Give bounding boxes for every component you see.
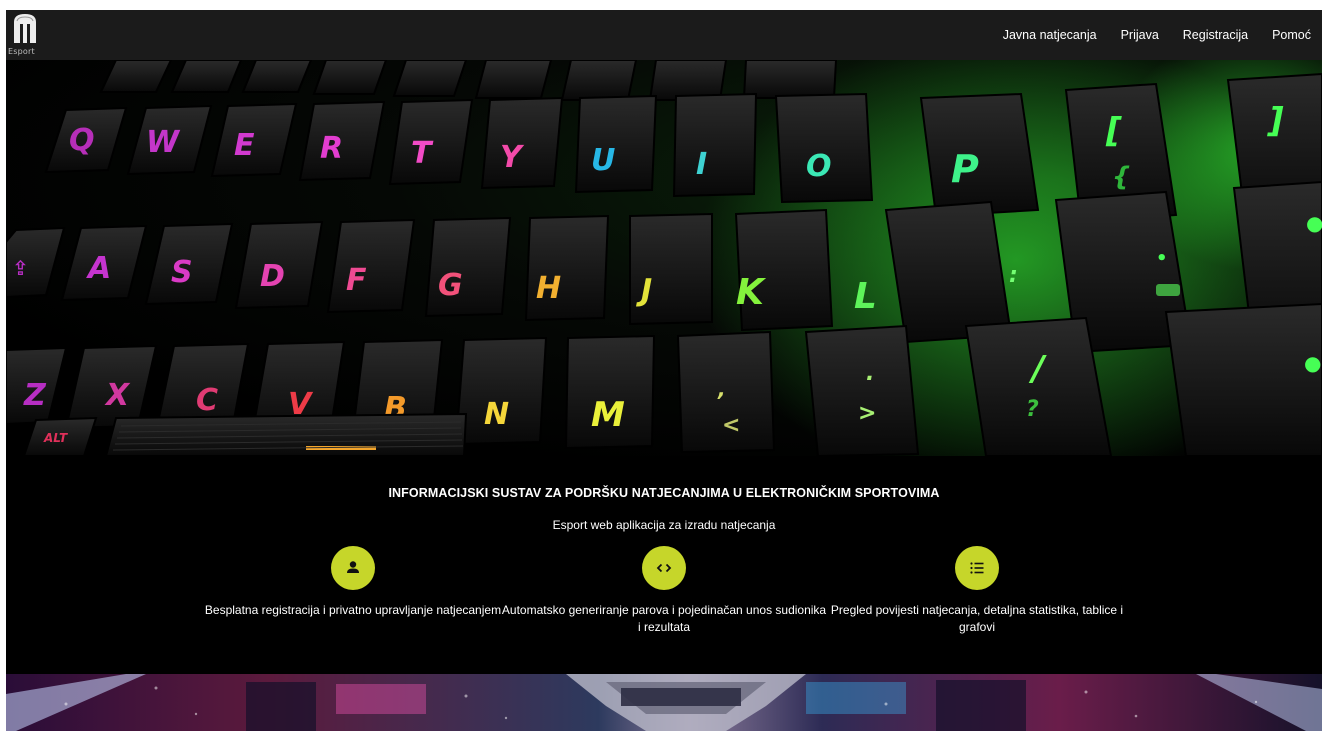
svg-text:K: K xyxy=(736,272,767,313)
main-nav: Javna natjecanja Prijava Registracija Po… xyxy=(1003,10,1322,60)
svg-text:Y: Y xyxy=(500,140,525,175)
svg-text:S: S xyxy=(171,255,193,290)
svg-text:I: I xyxy=(696,147,707,182)
svg-text:A: A xyxy=(86,251,111,286)
feature-text: Pregled povijesti natjecanja, detaljna s… xyxy=(830,603,1124,634)
svg-text:E: E xyxy=(234,128,255,163)
svg-text:]: ] xyxy=(1267,101,1284,141)
nav-link-register[interactable]: Registracija xyxy=(1183,28,1248,42)
svg-text:ALT: ALT xyxy=(43,431,68,445)
svg-text:⇪: ⇪ xyxy=(12,256,29,280)
esport-logo-icon xyxy=(14,14,36,43)
svg-text:Z: Z xyxy=(23,378,47,413)
svg-text:T: T xyxy=(411,136,434,171)
svg-text:M: M xyxy=(591,395,625,435)
svg-text:H: H xyxy=(536,271,561,306)
svg-text:{: { xyxy=(1112,162,1131,192)
logo-text: Esport xyxy=(8,47,35,56)
svg-text:?: ? xyxy=(1026,397,1039,422)
arena-illustration xyxy=(6,674,1322,731)
feature-generation: Automatsko generiranje parova i pojedina… xyxy=(499,546,829,636)
svg-text:W: W xyxy=(146,125,181,160)
svg-text:[: [ xyxy=(1105,111,1122,151)
page-title: INFORMACIJSKI SUSTAV ZA PODRŠKU NATJECAN… xyxy=(388,486,940,500)
svg-text:•: • xyxy=(1156,248,1168,269)
svg-text:Q: Q xyxy=(69,123,95,158)
list-icon xyxy=(970,562,984,574)
svg-text:X: X xyxy=(104,378,131,413)
svg-text:<: < xyxy=(722,413,740,438)
svg-text:>: > xyxy=(858,401,876,426)
svg-text:●: ● xyxy=(1304,351,1321,375)
hero-image: Q W E R T Y U I O P [ { ] ⇪ A S D F G H … xyxy=(6,60,1322,456)
svg-text:D: D xyxy=(260,259,285,294)
svg-text:U: U xyxy=(591,143,615,178)
arena-banner-image xyxy=(6,674,1322,731)
feature-text: Besplatna registracija i privatno upravl… xyxy=(204,603,502,617)
feature-registration: Besplatna registracija i privatno upravl… xyxy=(188,546,518,619)
feature-history: Pregled povijesti natjecanja, detaljna s… xyxy=(812,546,1142,636)
svg-text:N: N xyxy=(484,397,509,432)
svg-text:.: . xyxy=(866,361,874,386)
nav-link-public-competitions[interactable]: Javna natjecanja xyxy=(1003,28,1097,42)
svg-text:●: ● xyxy=(1306,211,1322,235)
svg-text:G: G xyxy=(438,268,463,303)
feature-icon-circle xyxy=(642,546,686,590)
svg-text:F: F xyxy=(346,263,367,298)
feature-text: Automatsko generiranje parova i pojedina… xyxy=(501,603,827,634)
user-icon xyxy=(347,561,359,573)
code-icon xyxy=(656,563,672,573)
svg-text::: : xyxy=(1009,263,1018,288)
svg-text:L: L xyxy=(854,276,877,317)
keyboard-illustration: Q W E R T Y U I O P [ { ] ⇪ A S D F G H … xyxy=(6,60,1322,456)
nav-link-login[interactable]: Prijava xyxy=(1121,28,1159,42)
nav-link-help[interactable]: Pomoć xyxy=(1272,28,1311,42)
info-section: INFORMACIJSKI SUSTAV ZA PODRŠKU NATJECAN… xyxy=(6,456,1322,674)
brand-logo[interactable]: Esport xyxy=(8,12,44,58)
svg-text:P: P xyxy=(951,147,979,191)
feature-icon-circle xyxy=(955,546,999,590)
page-frame: Esport Javna natjecanja Prijava Registra… xyxy=(6,10,1322,731)
feature-icon-circle xyxy=(331,546,375,590)
navbar: Esport Javna natjecanja Prijava Registra… xyxy=(6,10,1322,60)
svg-text:C: C xyxy=(196,383,218,418)
svg-text:R: R xyxy=(320,131,343,166)
page-subtitle: Esport web aplikacija za izradu natjecan… xyxy=(552,518,776,532)
svg-text:O: O xyxy=(806,149,832,184)
svg-text:,: , xyxy=(717,377,726,401)
